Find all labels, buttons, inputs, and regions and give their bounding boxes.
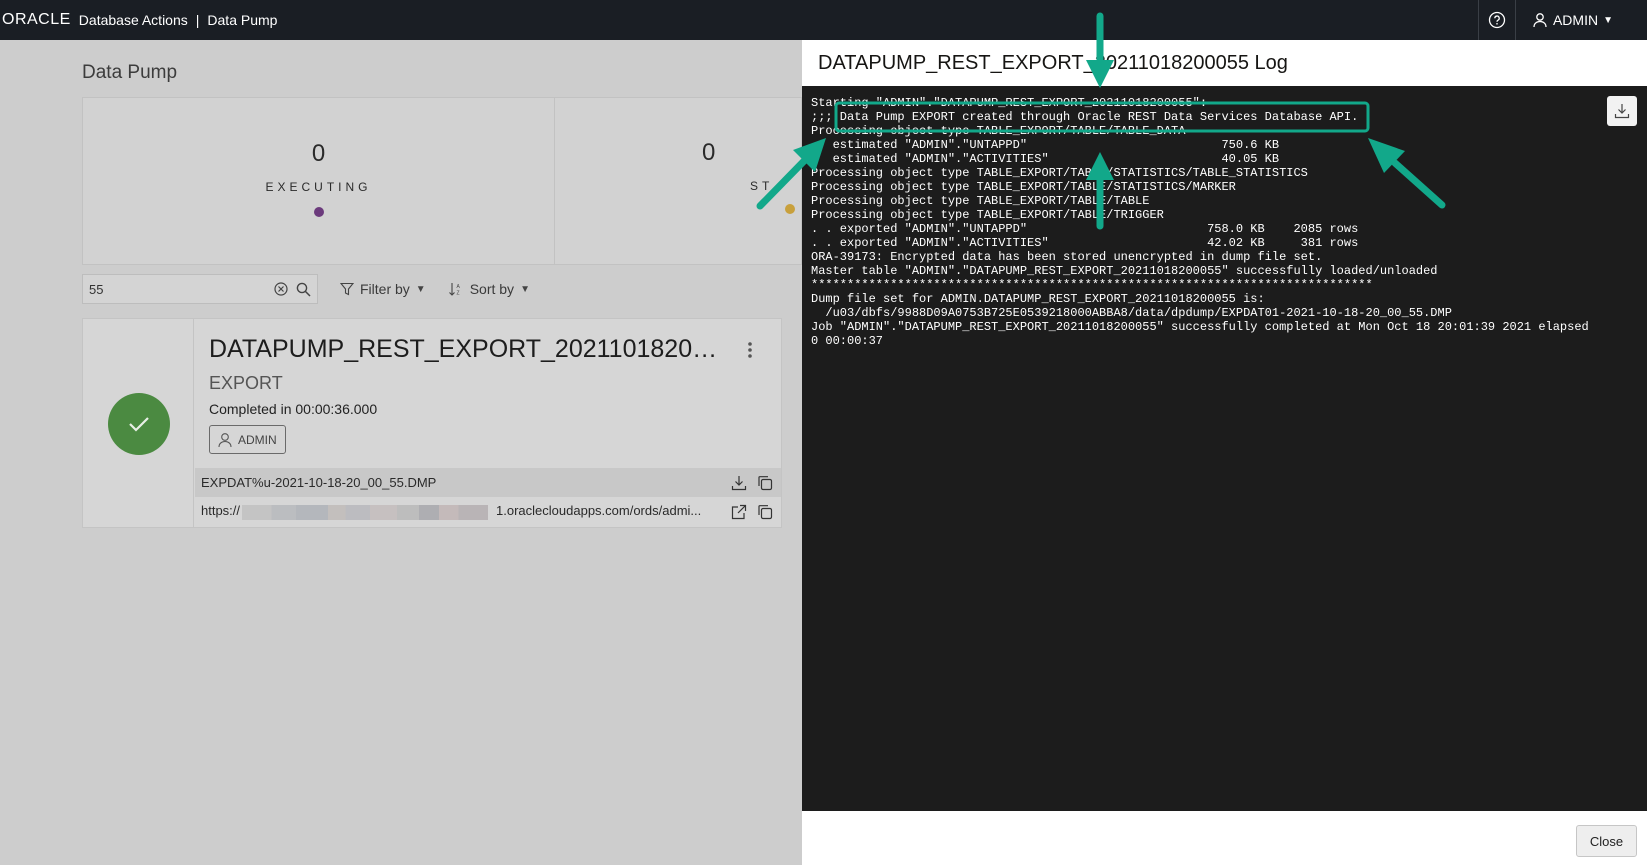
- open-external-icon[interactable]: [731, 504, 747, 520]
- download-log-button[interactable]: [1607, 96, 1637, 126]
- url-suffix: 1.oraclecloudapps.com/ords/admi...: [496, 503, 702, 519]
- copy-icon[interactable]: [757, 504, 773, 520]
- job-name[interactable]: DATAPUMP_REST_EXPORT_20211018200055: [209, 335, 719, 364]
- filter-icon: [340, 282, 354, 296]
- owner-badge: ADMIN: [209, 425, 286, 454]
- search-value: 55: [89, 281, 104, 297]
- dump-file-name: EXPDAT%u-2021-10-18-20_00_55.DMP: [201, 475, 437, 490]
- oracle-logo[interactable]: ORACLE: [0, 11, 71, 29]
- jobs-toolbar: 55 Filter by ▼ AZ Sort by ▼: [82, 274, 530, 304]
- more-actions-icon[interactable]: [747, 341, 753, 364]
- job-duration: Completed in 00:00:36.000: [209, 401, 378, 417]
- log-text: Starting "ADMIN"."DATAPUMP_REST_EXPORT_2…: [811, 96, 1589, 348]
- breadcrumb-separator: |: [195, 12, 200, 28]
- svg-text:Z: Z: [456, 291, 459, 297]
- stat-count: 0: [311, 140, 326, 167]
- url-prefix: https://: [201, 503, 241, 519]
- dump-file-row: EXPDAT%u-2021-10-18-20_00_55.DMP: [195, 468, 781, 497]
- sort-by-button[interactable]: AZ Sort by ▼: [448, 281, 530, 297]
- dump-url-row: https:// 1.oraclecloudapps.com/ords/admi.…: [195, 497, 781, 526]
- user-icon: [218, 432, 232, 447]
- breadcrumb-page[interactable]: Data Pump: [207, 12, 277, 28]
- stat-executing[interactable]: 0 EXECUTING: [83, 98, 555, 264]
- success-check-icon: [108, 393, 170, 455]
- help-button[interactable]: [1477, 0, 1516, 40]
- status-dot-icon: [313, 207, 324, 217]
- caret-down-icon: ▼: [520, 283, 530, 295]
- job-stats-panel: 0 EXECUTING: [82, 97, 802, 265]
- owner-name: ADMIN: [238, 432, 277, 447]
- drawer-title: DATAPUMP_REST_EXPORT_20211018200055 Log: [818, 52, 1288, 74]
- dump-url[interactable]: https:// 1.oraclecloudapps.com/ords/admi.…: [201, 503, 731, 520]
- log-drawer: DATAPUMP_REST_EXPORT_20211018200055 Log …: [802, 40, 1647, 865]
- stat-label-stopped: ST: [750, 179, 774, 193]
- status-dot-icon: [785, 204, 795, 214]
- search-icon[interactable]: [296, 282, 311, 297]
- filter-by-button[interactable]: Filter by ▼: [340, 281, 426, 297]
- sort-icon: AZ: [448, 283, 460, 297]
- sort-label: Sort by: [469, 281, 515, 297]
- stat-count-stopped: 0: [702, 139, 716, 166]
- log-output[interactable]: Starting "ADMIN"."DATAPUMP_REST_EXPORT_2…: [802, 86, 1647, 811]
- app-title[interactable]: Database Actions: [79, 12, 188, 28]
- svg-text:A: A: [456, 284, 460, 290]
- job-card[interactable]: DATAPUMP_REST_EXPORT_20211018200055 EXPO…: [82, 318, 782, 528]
- header-actions: ADMIN ▼: [1477, 0, 1647, 40]
- redacted-host: [242, 504, 489, 520]
- filter-label: Filter by: [360, 281, 410, 297]
- top-bar: ORACLE Database Actions | Data Pump ADMI…: [0, 0, 1647, 40]
- download-icon[interactable]: [731, 475, 747, 491]
- page-title: Data Pump: [82, 62, 178, 83]
- user-name: ADMIN: [1552, 12, 1599, 28]
- user-menu-button[interactable]: ADMIN ▼: [1516, 0, 1647, 40]
- job-type: EXPORT: [209, 373, 283, 393]
- stat-label: EXECUTING: [265, 180, 372, 194]
- job-status-panel: [83, 319, 194, 527]
- close-button[interactable]: Close: [1576, 825, 1637, 857]
- chevron-down-icon: ▼: [1603, 14, 1613, 26]
- help-icon: [1488, 11, 1506, 29]
- search-input[interactable]: 55: [82, 274, 318, 304]
- clear-icon[interactable]: [274, 282, 288, 296]
- caret-down-icon: ▼: [415, 283, 426, 295]
- copy-icon[interactable]: [757, 475, 773, 491]
- download-icon: [1614, 104, 1630, 119]
- user-icon: [1533, 13, 1547, 28]
